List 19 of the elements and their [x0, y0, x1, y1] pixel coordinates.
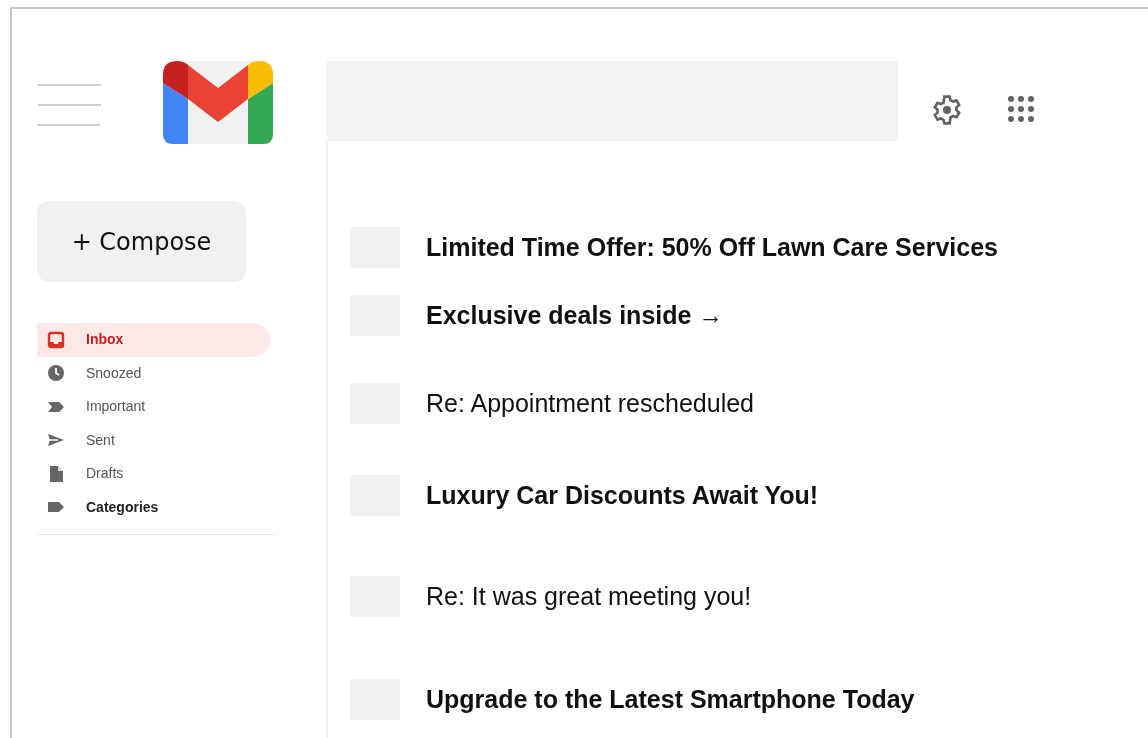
sidebar-item[interactable]: Categories	[37, 490, 270, 524]
clock-icon	[47, 364, 65, 383]
sidebar-item[interactable]: Important	[37, 390, 270, 424]
email-subject[interactable]: Luxury Car Discounts Await You!	[426, 476, 819, 515]
compose-button[interactable]: + Compose	[37, 201, 246, 282]
document-icon	[47, 464, 65, 483]
settings-icon[interactable]	[931, 94, 963, 126]
email-subject[interactable]: Upgrade to the Latest Smartphone Today	[426, 680, 915, 719]
email-subject[interactable]: Limited Time Offer: 50% Off Lawn Care Services	[426, 228, 998, 267]
email-subject[interactable]: Re: It was great meeting you!	[426, 577, 752, 616]
inbox-icon	[47, 330, 65, 349]
email-subject[interactable]: Re: Appointment rescheduled	[426, 384, 754, 423]
apps-icon[interactable]	[1007, 95, 1035, 123]
sidebar-item[interactable]: Sent	[37, 423, 270, 457]
email-subject[interactable]: Exclusive deals inside →	[426, 296, 724, 335]
sidebar-item[interactable]: Inbox	[37, 323, 270, 357]
sidebar-item[interactable]: Snoozed	[37, 356, 270, 390]
sidebar-item[interactable]: Drafts	[37, 457, 270, 491]
menu-icon[interactable]	[37, 83, 101, 127]
